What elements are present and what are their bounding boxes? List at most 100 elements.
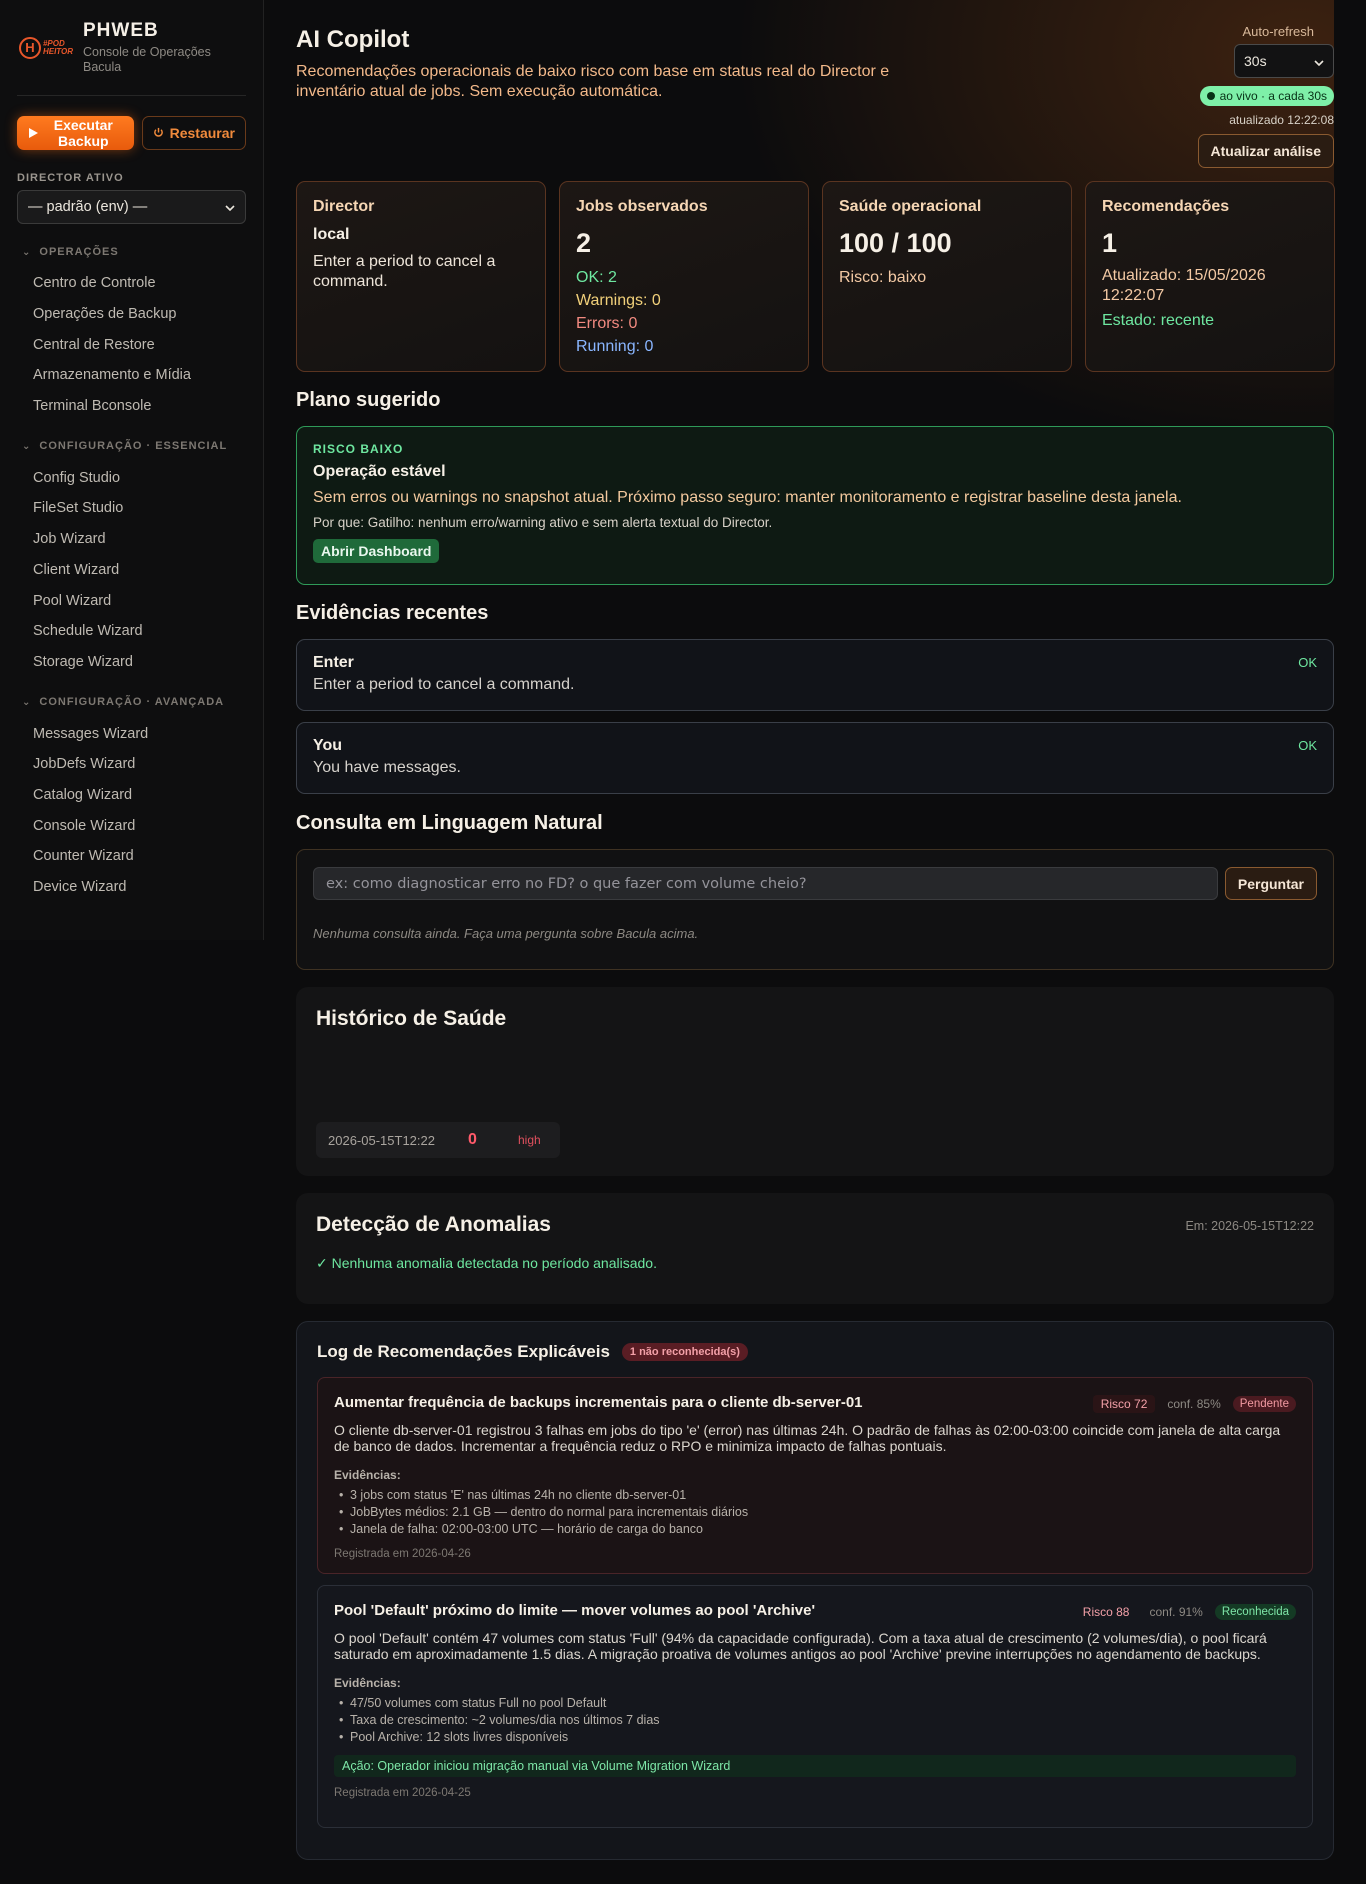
chevron-down-icon: ⌄ [22,246,32,258]
sidebar-item-central-de-restore[interactable]: Central de Restore [17,329,246,360]
evidence-item: 3 jobs com status 'E' nas últimas 24h no… [334,1487,1296,1504]
restore-button[interactable]: Restaurar [141,116,246,150]
anomaly-title: Detecção de Anomalias [316,1213,551,1236]
sidebar-item-messages-wizard[interactable]: Messages Wizard [17,718,246,749]
recommendation-action: Ação: Operador iniciou migração manual v… [334,1755,1296,1777]
nav-section-operacoes: ⌄ OPERAÇÕES Centro de Controle Operações … [17,246,246,421]
evidence-item: 47/50 volumes com status Full no pool De… [334,1695,1296,1712]
sidebar-item-counter-wizard[interactable]: Counter Wizard [17,841,246,872]
sidebar-item-operacoes-de-backup[interactable]: Operações de Backup [17,299,246,330]
sidebar-item-schedule-wizard[interactable]: Schedule Wizard [17,616,246,647]
health-score: 100 / 100 [839,228,952,258]
sidebar-item-pool-wizard[interactable]: Pool Wizard [17,585,246,616]
evidence-title: Enter [313,654,354,671]
director-select[interactable]: — padrão (env) — [17,190,246,224]
jobs-ok: OK: 2 [576,269,617,286]
power-icon [153,125,164,141]
recommendation-log-panel: Log de Recomendações Explicáveis 1 não r… [296,1321,1334,1860]
director-text: Enter a period to cancel a command. [313,253,496,290]
query-input[interactable] [313,867,1218,900]
nav-section-toggle[interactable]: ⌄ OPERAÇÕES [17,246,246,258]
log-title: Log de Recomendações Explicáveis [317,1342,610,1361]
run-backup-label: Executar Backup [53,117,113,149]
query-section-title: Consulta em Linguagem Natural [296,812,603,834]
history-date: 2026-05-15T12:22 [328,1132,435,1148]
status-badge[interactable]: Reconhecida [1214,1604,1296,1620]
evidence-item: Taxa de crescimento: ~2 volumes/dia nos … [334,1712,1296,1729]
sidebar-item-client-wizard[interactable]: Client Wizard [17,555,246,586]
evidence-label: Evidências: [334,1676,401,1690]
anomaly-message: ✓ Nenhuma anomalia detectada no período … [316,1255,657,1271]
kpi-jobs: Jobs observados 2 OK: 2 Warnings: 0 Erro… [559,181,809,372]
plan-heading: Operação estável [313,463,446,480]
status-badge[interactable]: Pendente [1232,1396,1296,1412]
page-subtitle: Recomendações operacionais de baixo risc… [296,63,890,100]
kpi-row: Director local Enter a period to cancel … [296,181,1335,372]
nav-section-toggle[interactable]: ⌄ CONFIGURAÇÃO · ESSENCIAL [17,440,246,452]
run-backup-button[interactable]: Executar Backup [17,116,134,150]
updated-time: atualizado 12:22:08 [1229,113,1334,127]
recommendation-description: O cliente db-server-01 registrou 3 falha… [334,1422,1281,1454]
auto-refresh-panel: Auto-refresh 30s ao vivo · a cada 30s at… [1174,24,1334,168]
sidebar-item-job-wizard[interactable]: Job Wizard [17,524,246,555]
auto-refresh-select[interactable]: 30s [1234,44,1334,78]
kpi-recommendations: Recomendações 1 Atualizado: 15/05/2026 1… [1085,181,1335,372]
sidebar-item-centro-de-controle[interactable]: Centro de Controle [17,268,246,299]
kpi-title: Saúde operacional [839,198,982,215]
jobs-count: 2 [576,228,592,258]
evidence-item: Pool Archive: 12 slots livres disponívei… [334,1729,1296,1746]
query-card: Perguntar Nenhuma consulta ainda. Faça u… [296,849,1334,970]
plan-card: RISCO BAIXO Operação estável Sem erros o… [296,426,1334,585]
recommendation-card: Aumentar frequência de backups increment… [317,1377,1313,1574]
brand-logo[interactable]: H #POD HEITOR [17,28,75,68]
kpi-title: Jobs observados [576,198,708,215]
director-select-value: — padrão (env) — [28,199,148,215]
nav-section-config-essencial: ⌄ CONFIGURAÇÃO · ESSENCIAL Config Studio … [17,440,246,677]
chevron-down-icon: ⌄ [22,440,32,452]
anomaly-date: Em: 2026-05-15T12:22 [1185,1219,1314,1233]
plan-risk-tag: RISCO BAIXO [313,442,404,456]
chevron-down-icon [1314,53,1324,69]
sidebar-item-armazenamento[interactable]: Armazenamento e Mídia [17,360,246,391]
kpi-title: Recomendações [1102,198,1230,215]
live-status-badge: ao vivo · a cada 30s [1199,86,1334,106]
evidence-status: OK [1298,655,1317,670]
kpi-title: Director [313,198,375,215]
sidebar-item-console-wizard[interactable]: Console Wizard [17,810,246,841]
chevron-down-icon [225,199,235,215]
sidebar-item-terminal-bconsole[interactable]: Terminal Bconsole [17,391,246,422]
refresh-analysis-button[interactable]: Atualizar análise [1197,134,1334,168]
sidebar-item-jobdefs-wizard[interactable]: JobDefs Wizard [17,749,246,780]
logo-pod-text: #POD HEITOR [42,38,74,56]
anomaly-panel: Detecção de Anomalias Em: 2026-05-15T12:… [296,1193,1334,1304]
evidence-list: 47/50 volumes com status Full no pool De… [334,1695,1296,1746]
jobs-errors: Errors: 0 [576,315,638,332]
sidebar-item-catalog-wizard[interactable]: Catalog Wizard [17,780,246,811]
sidebar-item-fileset-studio[interactable]: FileSet Studio [17,493,246,524]
recommendation-card: Pool 'Default' próximo do limite — mover… [317,1585,1313,1828]
brand: H #POD HEITOR PHWEB Console de Operações … [17,0,246,96]
confidence: conf. 85% [1167,1397,1221,1411]
evidence-list: 3 jobs com status 'E' nas últimas 24h no… [334,1487,1296,1538]
sidebar-item-device-wizard[interactable]: Device Wizard [17,872,246,903]
confidence: conf. 91% [1149,1605,1203,1619]
evidence-item: Enter Enter a period to cancel a command… [296,639,1334,711]
live-dot-icon [1206,92,1215,100]
sidebar-item-storage-wizard[interactable]: Storage Wizard [17,647,246,678]
nav-section-title: CONFIGURAÇÃO · AVANÇADA [39,696,225,709]
sidebar-item-config-studio[interactable]: Config Studio [17,462,246,493]
nav-section-toggle[interactable]: ⌄ CONFIGURAÇÃO · AVANÇADA [17,696,246,708]
registered-date: Registrada em 2026-04-25 [334,1787,471,1799]
evidence-text: You have messages. [313,759,461,776]
nav-section-title: OPERAÇÕES [39,246,119,258]
evidence-item: You You have messages. OK [296,722,1334,794]
risk-score: Risco 88 [1082,1605,1130,1619]
plan-why: Por que: Gatilho: nenhum erro/warning at… [313,515,773,530]
open-dashboard-button[interactable]: Abrir Dashboard [313,539,440,563]
evidence-status: OK [1298,738,1317,753]
ask-button[interactable]: Perguntar [1224,867,1317,900]
kpi-director: Director local Enter a period to cancel … [296,181,546,372]
registered-date: Registrada em 2026-04-26 [334,1548,471,1560]
jobs-warnings: Warnings: 0 [576,292,661,309]
health-risk: Risco: baixo [839,269,927,286]
